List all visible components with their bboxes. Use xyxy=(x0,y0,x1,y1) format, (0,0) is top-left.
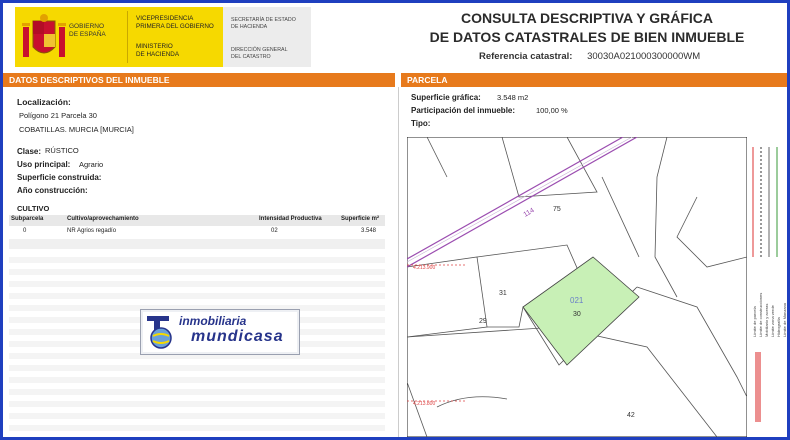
legend-item-4: Límite zona verde xyxy=(770,304,775,337)
map-label-42: 42 xyxy=(627,412,635,419)
uso-label: Uso principal: xyxy=(17,160,71,169)
section-title-parcel: PARCELA xyxy=(401,73,787,87)
page-title: CONSULTA DESCRIPTIVA Y GRÁFICA DE DATOS … xyxy=(429,10,745,45)
col-header-intensidad: Intensidad Productiva xyxy=(259,216,322,222)
tipo-label: Tipo: xyxy=(411,119,431,128)
ministry-block: VICEPRESIDENCIA PRIMERA DEL GOBIERNO MIN… xyxy=(127,11,226,63)
col-header-cultivo: Cultivo/aprovechamiento xyxy=(67,216,139,222)
vicepresidencia-line2: PRIMERA DEL GOBIERNO xyxy=(136,23,214,30)
map-label-30: 30 xyxy=(573,311,581,318)
logo-text-line2: mundicasa xyxy=(191,328,284,345)
map-legend: Límite de parcela Límite de construccion… xyxy=(747,137,787,437)
government-logo-block: GOBIERNO DE ESPAÑA VICEPRESIDENCIA PRIME… xyxy=(15,7,311,67)
map-label-75: 75 xyxy=(553,206,561,213)
document-frame: GOBIERNO DE ESPAÑA VICEPRESIDENCIA PRIME… xyxy=(3,3,787,437)
superficie-construida-label: Superficie construida: xyxy=(17,173,102,182)
directorate-block: SECRETARÍA DE ESTADO DE HACIENDA DIRECCI… xyxy=(223,7,311,67)
cell-subparcela: 0 xyxy=(23,228,27,234)
location-label: Localización: xyxy=(17,97,71,107)
cell-cultivo: NR Agrios regadío xyxy=(67,228,117,234)
mundicasa-watermark: inmobiliaria mundicasa xyxy=(140,309,300,355)
table-header: Subparcela Cultivo/aprovechamiento Inten… xyxy=(9,215,385,226)
map-label-31: 31 xyxy=(499,290,507,297)
col-header-superficie: Superficie m² xyxy=(341,216,380,222)
secretaria-line2: DE HACIENDA xyxy=(231,24,268,30)
clase-value: RÚSTICO xyxy=(45,146,79,155)
superficie-grafica-label: Superficie gráfica: xyxy=(411,93,481,102)
direccion-line2: DEL CATASTRO xyxy=(231,54,271,60)
gobierno-label: GOBIERNO DE ESPAÑA xyxy=(69,23,106,38)
map-coord-top: 4.213.900 xyxy=(413,265,435,271)
legend-item-6: Límite de Manzana xyxy=(782,302,787,337)
table-row: 0 NR Agrios regadío 02 3.548 xyxy=(9,227,385,238)
superficie-grafica-value: 3.548 m2 xyxy=(497,93,529,102)
map-label-subparcel: 021 xyxy=(570,296,584,305)
secretaria-line1: SECRETARÍA DE ESTADO xyxy=(231,17,296,23)
location-line2: COBATILLAS. MURCIA [MURCIA] xyxy=(19,125,134,134)
cultivo-title: CULTIVO xyxy=(17,204,50,213)
map-coord-bottom: 4.213.800 xyxy=(413,401,435,407)
legend-item-2: Límite de construcciones xyxy=(758,293,763,337)
anio-construccion-label: Año construcción: xyxy=(17,186,88,195)
cadastral-reference: Referencia catastral: 30030A021000300000… xyxy=(479,51,700,62)
location-line1: Polígono 21 Parcela 30 xyxy=(19,111,97,120)
direccion-line1: DIRECCIÓN GENERAL xyxy=(231,47,288,53)
legend-item-1: Límite de parcela xyxy=(752,306,757,337)
col-header-subparcela: Subparcela xyxy=(11,216,44,222)
section-title-descriptive: DATOS DESCRIPTIVOS DEL INMUEBLE xyxy=(3,73,395,87)
ministerio-line1: MINISTERIO xyxy=(136,43,173,50)
column-divider xyxy=(398,87,399,437)
globe-house-icon xyxy=(147,316,172,349)
legend-item-3: Mobiliario y aceras xyxy=(764,304,769,337)
legend-item-5: Hidrografía xyxy=(776,316,781,337)
table-empty-row xyxy=(9,239,385,249)
cell-intensidad: 02 xyxy=(271,228,278,234)
uso-value: Agrario xyxy=(79,160,104,169)
parcel-map: 114 75 31 29 021 30 42 4.213.900 4.213.8… xyxy=(407,137,747,437)
logo-text-line1: inmobiliaria xyxy=(179,314,247,328)
participacion-label: Participación del inmueble: xyxy=(411,106,516,115)
cell-superficie: 3.548 xyxy=(361,228,377,234)
clase-label: Clase: xyxy=(17,147,42,156)
vicepresidencia-line1: VICEPRESIDENCIA xyxy=(136,15,194,22)
map-label-29: 29 xyxy=(479,318,487,325)
legend-red-bar xyxy=(755,352,761,422)
reference-value: 30030A021000300000WM xyxy=(587,51,701,62)
ministerio-line2: DE HACIENDA xyxy=(136,51,180,58)
reference-label: Referencia catastral: xyxy=(479,51,573,62)
participacion-value: 100,00 % xyxy=(536,106,568,115)
coat-of-arms-icon xyxy=(22,14,66,57)
